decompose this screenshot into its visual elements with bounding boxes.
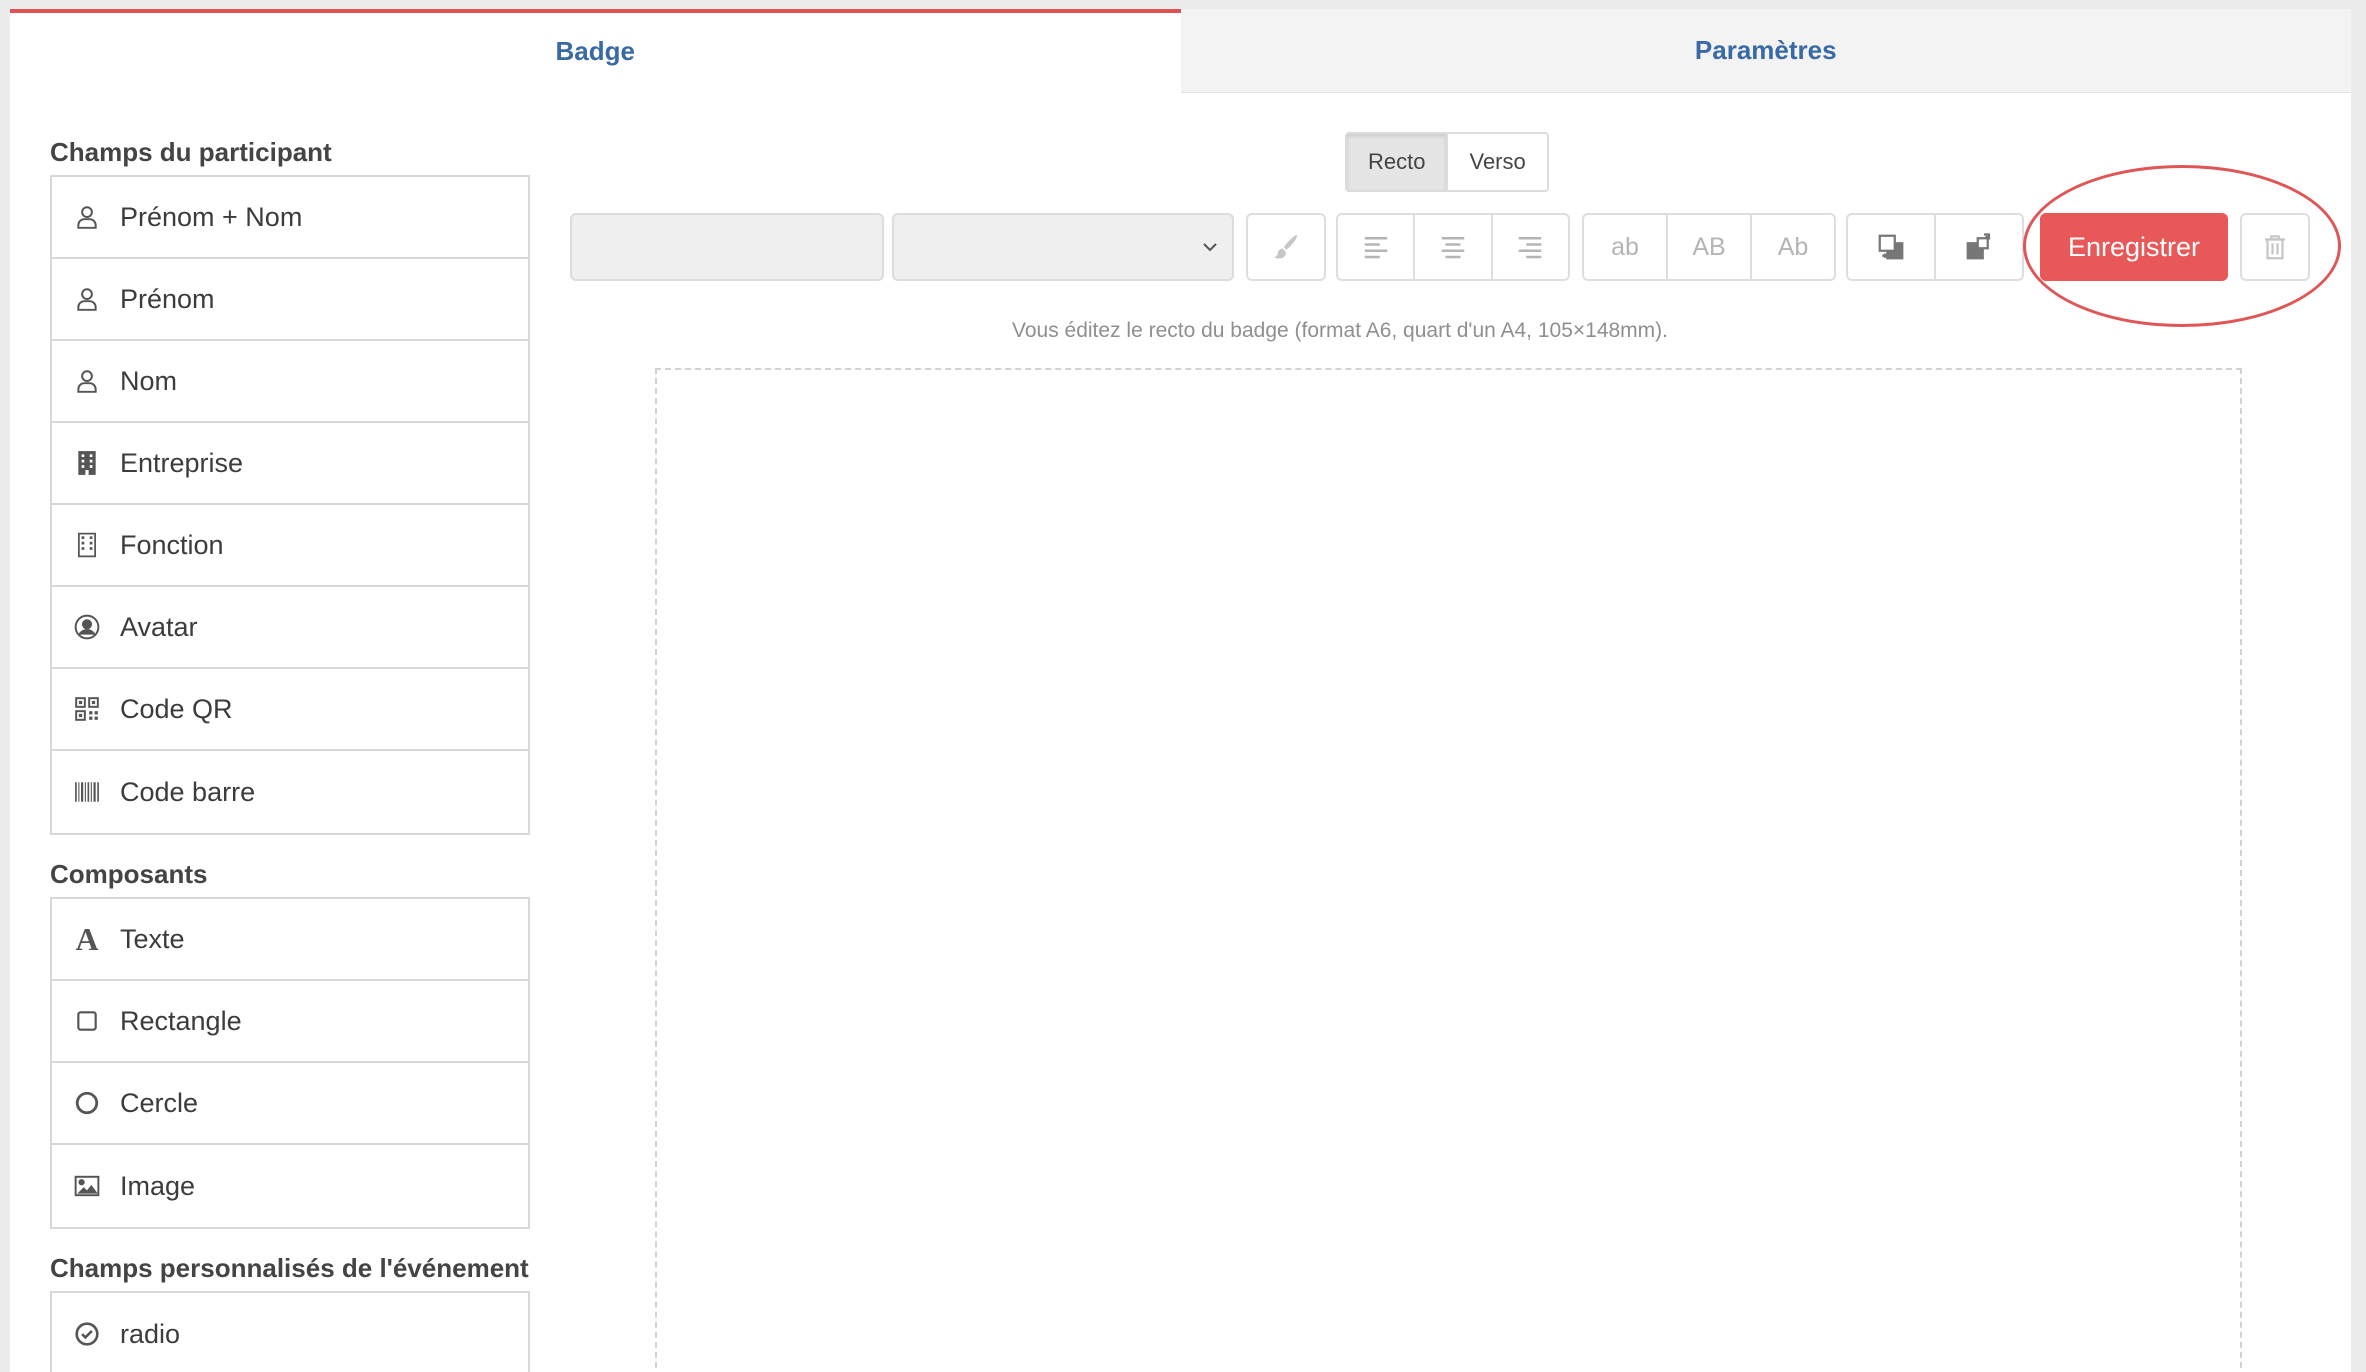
editor-area: Recto Verso ab AB Ab Enregistrer Vous éd… [570, 93, 2350, 1372]
tab-parametres[interactable]: Paramètres [1180, 9, 2351, 93]
component-label: Texte [120, 923, 185, 954]
editing-hint: Vous éditez le recto du badge (format A6… [1011, 319, 1668, 342]
recto-button[interactable]: Recto [1347, 134, 1447, 190]
building-outline-icon [74, 530, 100, 560]
uppercase-button[interactable]: AB [1666, 215, 1750, 279]
side-toggle: Recto Verso [1345, 132, 1549, 192]
send-backward-icon[interactable] [1934, 215, 2022, 279]
components-list: A Texte Rectangle Cercle Image [50, 897, 530, 1229]
field-label: Entreprise [120, 447, 244, 478]
lowercase-button[interactable]: ab [1584, 215, 1666, 279]
user-icon [74, 202, 100, 232]
component-label: Cercle [120, 1087, 199, 1118]
field-label: Avatar [120, 611, 198, 642]
align-center-icon[interactable] [1413, 215, 1490, 279]
font-select[interactable] [892, 213, 1234, 281]
field-code-qr[interactable]: Code QR [52, 669, 528, 751]
custom-field-list: radio [50, 1291, 530, 1372]
field-entreprise[interactable]: Entreprise [52, 423, 528, 505]
custom-fields-title: Champs personnalisés de l'événement [50, 1253, 529, 1283]
custom-field-label: radio [120, 1318, 181, 1349]
save-button[interactable]: Enregistrer [2040, 213, 2228, 281]
component-rectangle[interactable]: Rectangle [52, 981, 528, 1063]
badge-canvas[interactable] [655, 368, 2242, 1372]
text-icon: A [75, 920, 99, 957]
building-icon [74, 448, 100, 478]
component-label: Rectangle [120, 1005, 242, 1036]
component-label: Image [120, 1170, 196, 1201]
color-button[interactable] [1246, 213, 1326, 281]
field-label: Prénom [120, 283, 215, 314]
verso-button[interactable]: Verso [1446, 134, 1547, 190]
avatar-icon [74, 612, 100, 642]
field-label: Fonction [120, 529, 224, 560]
participant-fields-title: Champs du participant [50, 137, 332, 167]
brush-icon [1248, 215, 1324, 279]
capitalize-button[interactable]: Ab [1750, 215, 1834, 279]
align-left-icon[interactable] [1338, 215, 1413, 279]
text-case-group: ab AB Ab [1582, 213, 1836, 281]
field-label: Code QR [120, 693, 233, 724]
user-icon [74, 366, 100, 396]
trash-icon [2242, 215, 2308, 279]
align-button-group [1336, 213, 1570, 281]
bring-forward-icon[interactable] [1848, 215, 1934, 279]
sidebar: Champs du participant Prénom + Nom Préno… [50, 93, 530, 1372]
field-label: Code barre [120, 776, 256, 807]
field-nom[interactable]: Nom [52, 341, 528, 423]
check-circle-icon [74, 1319, 100, 1349]
custom-field-radio[interactable]: radio [52, 1293, 528, 1372]
field-prenom-nom[interactable]: Prénom + Nom [52, 177, 528, 259]
component-cercle[interactable]: Cercle [52, 1063, 528, 1145]
layer-button-group [1846, 213, 2024, 281]
align-right-icon[interactable] [1490, 215, 1568, 279]
field-label: Nom [120, 365, 178, 396]
square-icon [74, 1006, 100, 1036]
tab-bar: Badge Paramètres [10, 9, 2351, 93]
qrcode-icon [74, 694, 100, 724]
field-prenom[interactable]: Prénom [52, 259, 528, 341]
image-icon [74, 1171, 100, 1201]
badge-editor-app: Badge Paramètres Champs du participant P… [10, 9, 2351, 1372]
field-label: Prénom + Nom [120, 201, 303, 232]
field-avatar[interactable]: Avatar [52, 587, 528, 669]
chevron-down-icon [1198, 235, 1222, 264]
user-icon [74, 284, 100, 314]
components-title: Composants [50, 859, 208, 889]
component-texte[interactable]: A Texte [52, 899, 528, 981]
field-fonction[interactable]: Fonction [52, 505, 528, 587]
delete-button[interactable] [2240, 213, 2310, 281]
field-code-barre[interactable]: Code barre [52, 751, 528, 833]
participant-field-list: Prénom + Nom Prénom Nom Entreprise Fonct… [50, 175, 530, 835]
component-image[interactable]: Image [52, 1145, 528, 1227]
tab-badge[interactable]: Badge [10, 9, 1181, 93]
text-content-input[interactable] [570, 213, 884, 281]
circle-icon [74, 1088, 100, 1118]
barcode-icon [74, 777, 100, 807]
